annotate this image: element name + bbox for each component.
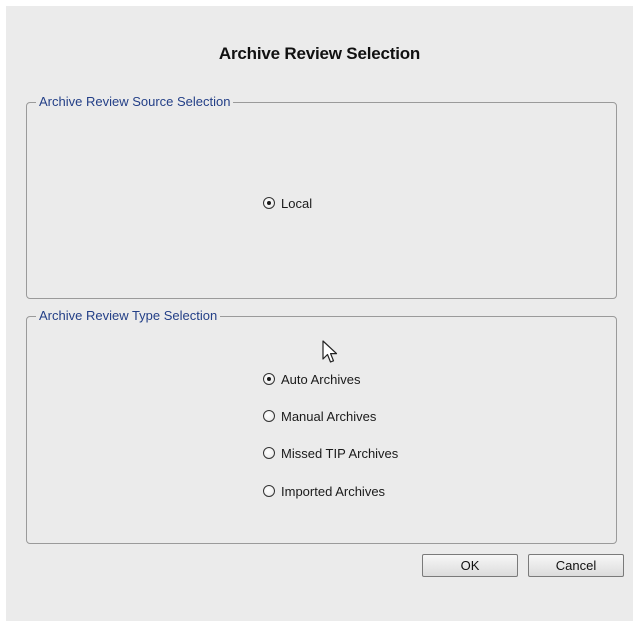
dialog-title: Archive Review Selection xyxy=(218,44,421,63)
radio-option-missed-tip-archives[interactable]: Missed TIP Archives xyxy=(263,443,398,463)
archive-review-dialog: Archive Review Selection Archive Review … xyxy=(6,6,633,621)
radio-button-imported-archives[interactable] xyxy=(263,485,275,497)
cancel-button[interactable]: Cancel xyxy=(528,554,624,577)
radio-option-auto-archives[interactable]: Auto Archives xyxy=(263,369,361,389)
radio-option-manual-archives[interactable]: Manual Archives xyxy=(263,406,376,426)
radio-option-local[interactable]: Local xyxy=(263,193,312,213)
source-selection-legend: Archive Review Source Selection xyxy=(36,94,234,109)
radio-option-imported-archives[interactable]: Imported Archives xyxy=(263,481,385,501)
type-selection-legend: Archive Review Type Selection xyxy=(36,308,221,323)
mouse-pointer-icon xyxy=(322,340,338,363)
radio-label-local: Local xyxy=(281,195,313,211)
radio-button-manual-archives[interactable] xyxy=(263,410,275,422)
radio-label-imported-archives: Imported Archives xyxy=(281,483,386,499)
source-selection-group: Archive Review Source Selection Local xyxy=(26,94,617,299)
radio-label-missed-tip-archives: Missed TIP Archives xyxy=(281,445,399,461)
radio-button-auto-archives[interactable] xyxy=(263,373,275,385)
radio-button-local[interactable] xyxy=(263,197,275,209)
radio-label-manual-archives: Manual Archives xyxy=(281,408,377,424)
radio-button-missed-tip-archives[interactable] xyxy=(263,447,275,459)
ok-button[interactable]: OK xyxy=(422,554,518,577)
radio-label-auto-archives: Auto Archives xyxy=(281,371,361,387)
